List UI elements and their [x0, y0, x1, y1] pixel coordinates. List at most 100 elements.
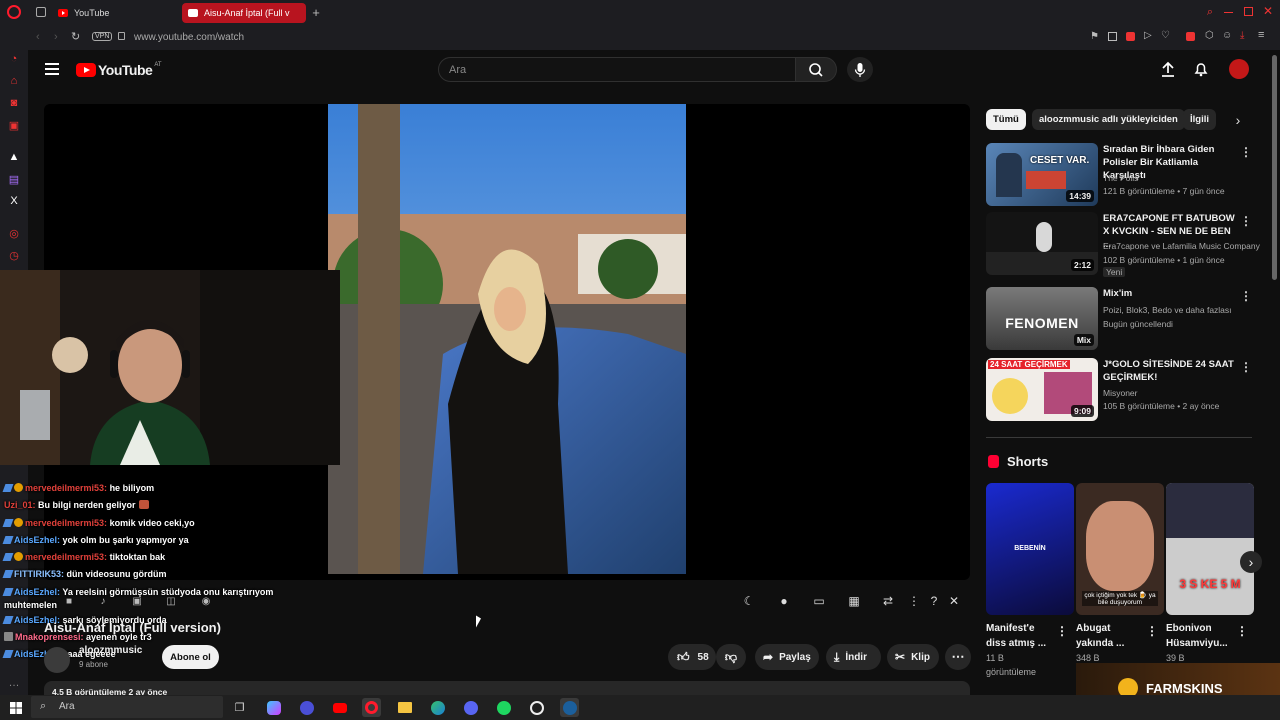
opera-logo-icon[interactable]: [7, 5, 21, 19]
more-vertical-icon[interactable]: ⋮: [1146, 624, 1158, 638]
description-box[interactable]: 4.5 B görüntüleme 2 ay önce: [44, 681, 970, 695]
heart-icon[interactable]: ♡: [1161, 30, 1170, 41]
chip-uploader[interactable]: aloozmmusic adlı yükleyiciden: [1032, 109, 1185, 130]
chat-username[interactable]: mervedeilmermi53:: [25, 518, 107, 528]
share-button[interactable]: ➦ Paylaş: [755, 644, 819, 670]
avatar[interactable]: [1229, 59, 1249, 79]
vpn-badge[interactable]: VPN: [92, 32, 113, 41]
recommended-video[interactable]: 2:12 ERA7CAPONE FT BATUBOW X KVCKIN - SE…: [986, 212, 1260, 277]
minimize-button[interactable]: [1224, 12, 1233, 13]
copilot-icon[interactable]: [264, 698, 283, 717]
channel-name[interactable]: The Polis: [1103, 173, 1138, 183]
tab-youtube[interactable]: YouTube: [52, 3, 176, 23]
miniplayer-icon[interactable]: ▭: [810, 592, 828, 610]
dark-mode-icon[interactable]: ☾: [740, 592, 758, 610]
spotify-icon[interactable]: [494, 698, 513, 717]
history-icon[interactable]: ◎: [7, 226, 21, 240]
recommended-video[interactable]: CESET VAR. 14:39 Sıradan Bir İhbara Gide…: [986, 143, 1256, 207]
chat-username[interactable]: mervedeilmermi53:: [25, 483, 107, 493]
chat-username[interactable]: mervedeilmermi53:: [25, 552, 107, 562]
more-vertical-icon[interactable]: ⋮: [1056, 624, 1068, 638]
more-vertical-icon[interactable]: ⋮: [1236, 624, 1248, 638]
opera-taskbar-icon[interactable]: [362, 698, 381, 717]
instagram-icon[interactable]: ◙: [7, 96, 21, 110]
short-title[interactable]: Manifest'e diss atmış ...: [986, 621, 1046, 651]
upload-button[interactable]: [1159, 60, 1177, 78]
url-text[interactable]: www.youtube.com/watch: [134, 32, 244, 43]
taskbar-search-input[interactable]: Ara: [31, 696, 223, 718]
more-vertical-icon[interactable]: ⋮: [905, 592, 923, 610]
recommended-video[interactable]: 24 SAAT GEÇİRMEK 9:09 J*GOLO SİTESİNDE 2…: [986, 358, 1256, 422]
menu-icon[interactable]: [45, 63, 59, 65]
youtube-logo[interactable]: YouTube AT: [76, 62, 162, 78]
voice-search-button[interactable]: [847, 57, 873, 82]
more-vertical-icon[interactable]: ⋮: [1240, 289, 1252, 303]
short-thumbnail[interactable]: 3 S KE 5 M: [1166, 483, 1254, 615]
windows-start-icon[interactable]: [6, 698, 25, 717]
kick-icon[interactable]: ▲: [7, 150, 21, 164]
subscribe-button[interactable]: Abone ol: [162, 645, 219, 669]
maximize-button[interactable]: [1244, 7, 1253, 16]
download-icon[interactable]: ⤓: [1240, 30, 1244, 41]
adblock-icon[interactable]: [1126, 32, 1135, 41]
dislike-button[interactable]: 👎︎: [716, 644, 746, 670]
app-icon[interactable]: [297, 698, 316, 717]
page-scrollbar[interactable]: [1272, 55, 1277, 280]
chat-username[interactable]: AidsEzhel:: [14, 535, 60, 545]
play-icon[interactable]: ▷: [1144, 30, 1152, 41]
search-tabs-icon[interactable]: ⌕: [1204, 6, 1216, 18]
clip-button[interactable]: ✂ Klip: [887, 644, 939, 670]
screenshot-icon[interactable]: ◫: [162, 592, 180, 610]
channel-name[interactable]: aloozmmusic: [79, 645, 142, 656]
music-icon[interactable]: ♪: [94, 592, 112, 610]
clock-icon[interactable]: ◷: [7, 248, 21, 262]
chevron-right-icon[interactable]: ›: [1230, 112, 1246, 128]
chat-username[interactable]: Uzi_01:: [4, 500, 36, 510]
snapshot-icon[interactable]: [1108, 32, 1117, 41]
mail-icon[interactable]: ▣: [7, 118, 21, 132]
back-icon[interactable]: ‹: [36, 31, 40, 43]
easy-setup-icon[interactable]: ≡: [1258, 29, 1264, 41]
task-view-icon[interactable]: ❐: [230, 698, 249, 717]
shopping-icon[interactable]: ⌂: [7, 74, 21, 88]
extensions-icon[interactable]: ⬡: [1205, 30, 1214, 41]
chat-username[interactable]: FITTIRIK53:: [14, 569, 64, 579]
shorts-next-button[interactable]: ›: [1240, 551, 1262, 573]
like-button[interactable]: 👍︎ 58: [668, 644, 716, 670]
edge-icon[interactable]: [428, 698, 447, 717]
more-actions-button[interactable]: ⋯: [945, 644, 971, 670]
file-explorer-icon[interactable]: [395, 698, 414, 717]
ad-banner[interactable]: FARMSKINS: [1076, 663, 1280, 695]
stack-icon[interactable]: ▦: [845, 592, 863, 610]
help-icon[interactable]: ?: [925, 592, 943, 610]
recommended-mix[interactable]: FENOMEN Mix Mix'im Poizi, Blok3, Bedo ve…: [986, 287, 1256, 351]
close-window-button[interactable]: ✕: [1262, 4, 1274, 18]
image-icon[interactable]: ▣: [128, 592, 146, 610]
new-tab-button[interactable]: +: [310, 4, 322, 20]
more-vertical-icon[interactable]: ⋮: [1240, 214, 1252, 228]
short-thumbnail[interactable]: BEBENİN: [986, 483, 1074, 615]
workspaces-icon[interactable]: [36, 7, 46, 17]
camera-icon[interactable]: ■: [60, 592, 78, 610]
short-title[interactable]: Ebonivon Hüsamviyu...: [1166, 621, 1228, 651]
more-vertical-icon[interactable]: ⋮: [1240, 360, 1252, 374]
lightbulb-icon[interactable]: ●: [775, 592, 793, 610]
photo-camera-icon[interactable]: ◉: [197, 592, 215, 610]
bookmark-icon[interactable]: ⚑: [1090, 31, 1099, 42]
aria-icon[interactable]: ◔: [7, 52, 21, 66]
loop-icon[interactable]: ⇄: [879, 592, 897, 610]
x-icon[interactable]: X: [7, 194, 21, 208]
short-title[interactable]: Abugat yakında ...: [1076, 621, 1124, 651]
app-icon[interactable]: [527, 698, 546, 717]
chip-all[interactable]: Tümü: [986, 109, 1026, 130]
reload-icon[interactable]: ↻: [71, 30, 80, 43]
discord-icon[interactable]: [461, 698, 480, 717]
channel-name[interactable]: Misyoner: [1103, 388, 1137, 398]
more-vertical-icon[interactable]: ⋮: [1240, 145, 1252, 159]
extension-shield-icon[interactable]: [1186, 32, 1195, 41]
steam-icon[interactable]: [560, 698, 579, 717]
youtube-app-icon[interactable]: [330, 698, 349, 717]
download-button[interactable]: ⤓ İndir: [826, 644, 881, 670]
channel-avatar[interactable]: [44, 647, 70, 673]
short-thumbnail[interactable]: çok içtiğim yok tek 🍺 ya bile duşuyorum: [1076, 483, 1164, 615]
